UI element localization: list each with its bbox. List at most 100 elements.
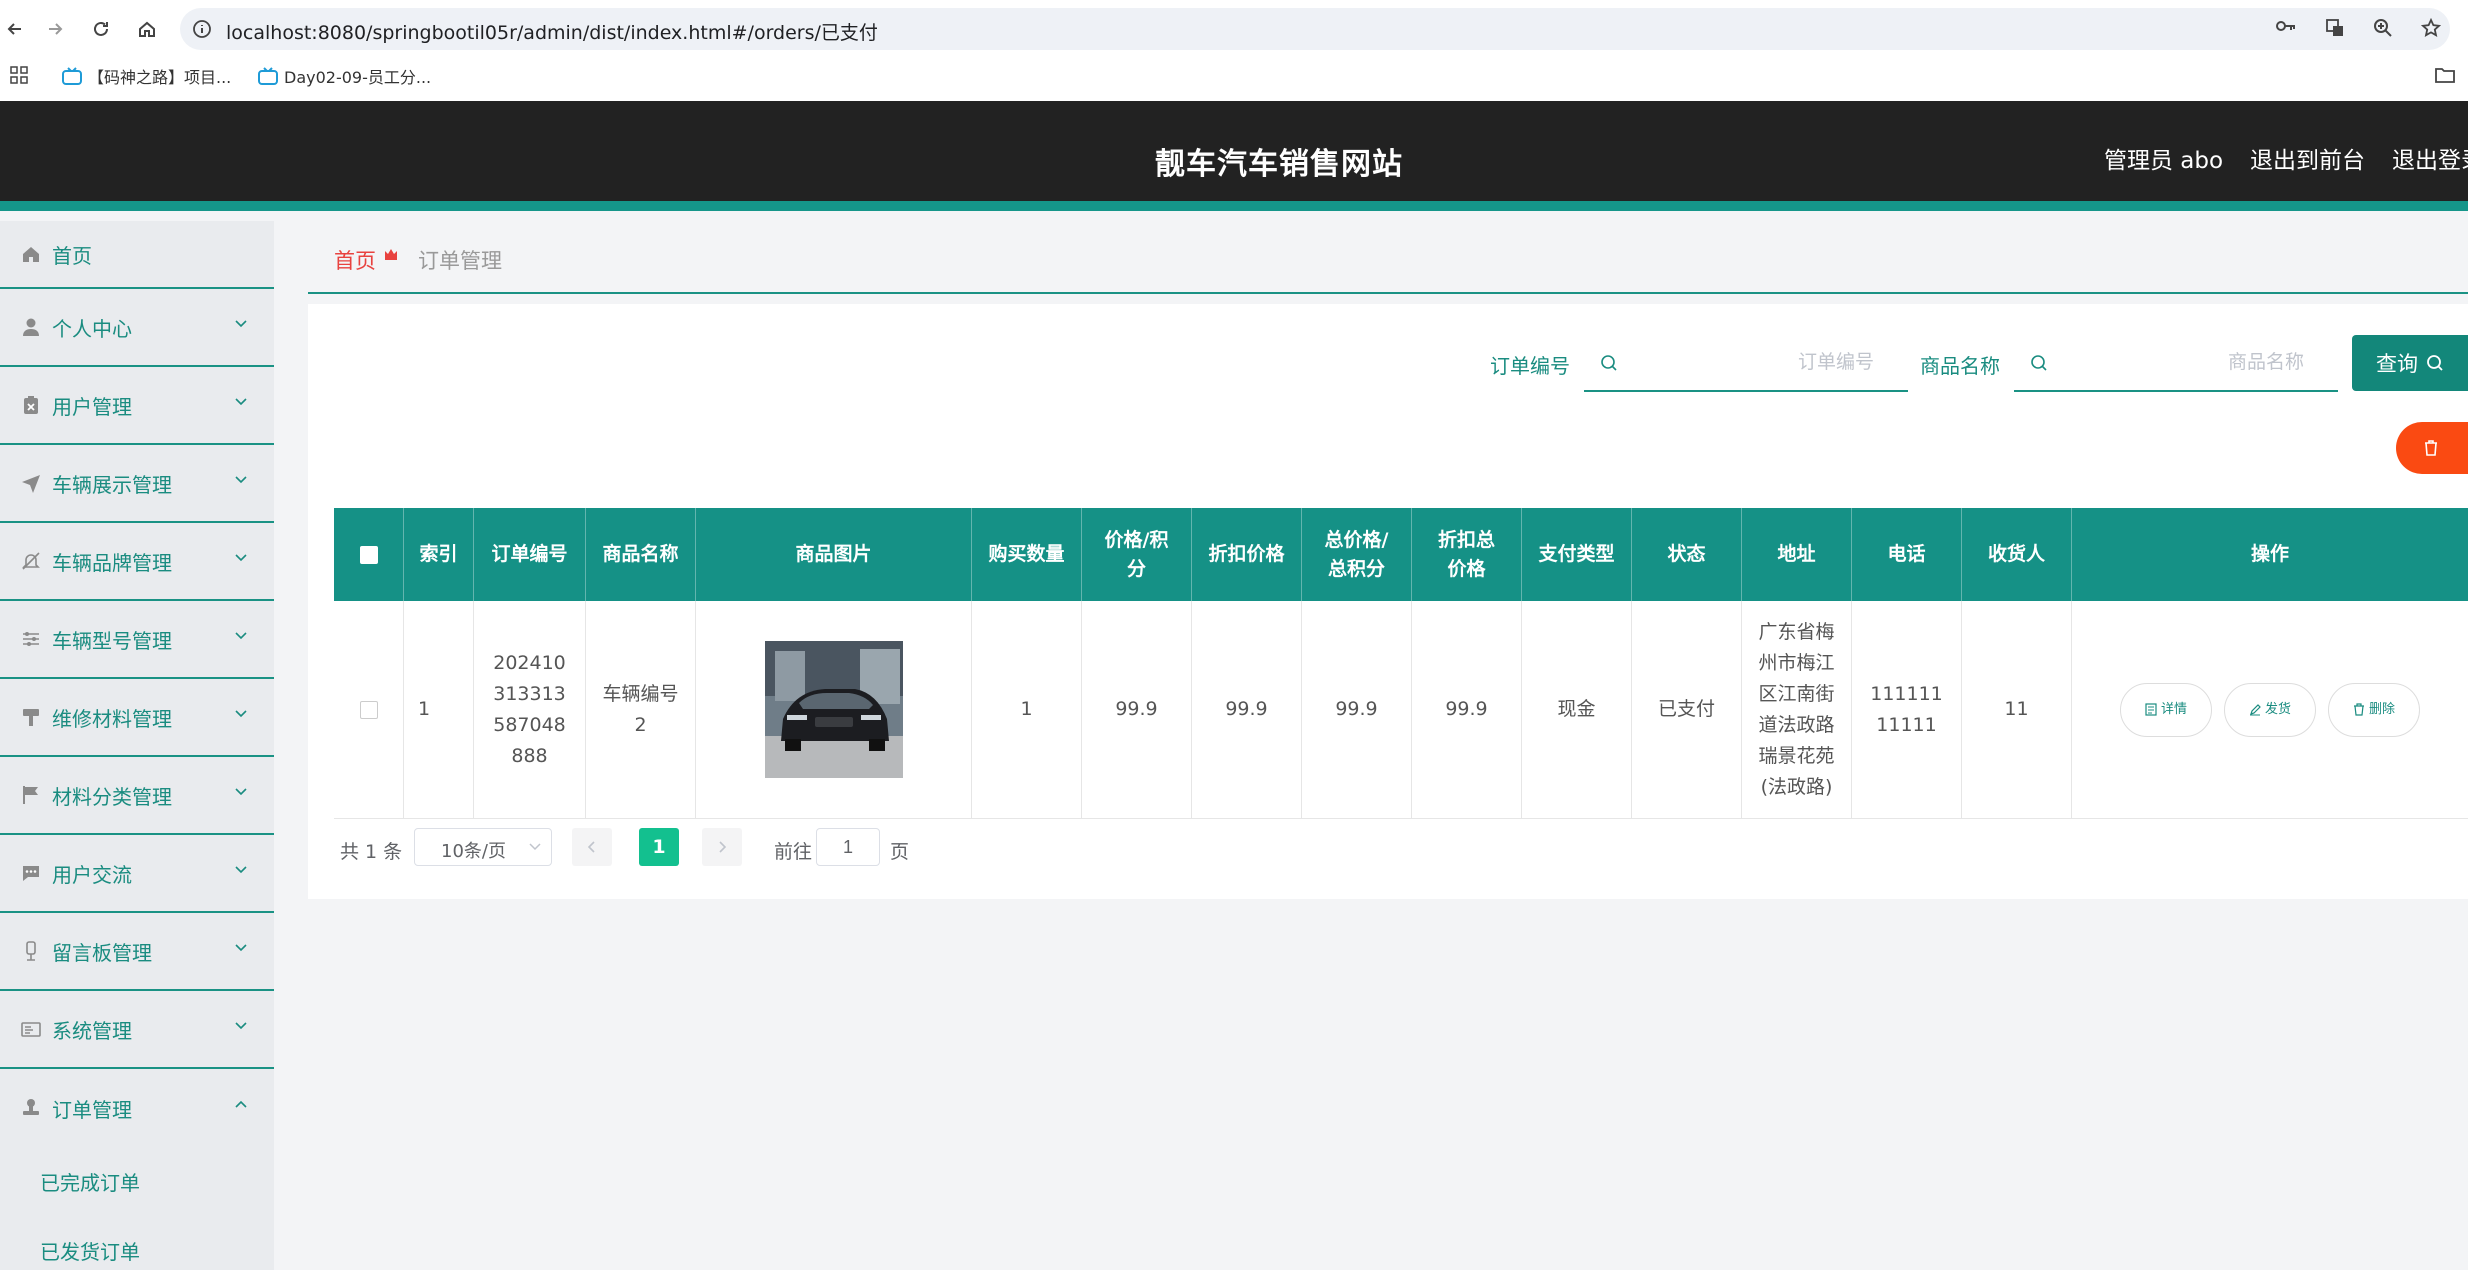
search-icon	[2031, 355, 2047, 371]
submenu-item-completed-orders[interactable]: 已完成订单	[0, 1147, 274, 1216]
col-header[interactable]: 购买数量	[972, 508, 1082, 601]
bookmark-label: Day02-09-员工分...	[284, 68, 432, 87]
col-header[interactable]: 折扣价格	[1192, 508, 1302, 601]
arrow-right-icon	[49, 23, 63, 35]
col-header[interactable]: 总价格/总积分	[1302, 508, 1412, 601]
arrow-left-icon	[7, 23, 21, 35]
cell-phone: 11111111111	[1852, 601, 1962, 818]
next-page-button[interactable]	[702, 828, 742, 866]
bookmark-item[interactable]: Day02-09-员工分...	[258, 64, 431, 88]
col-header[interactable]: 商品名称	[586, 508, 696, 601]
col-header[interactable]: 索引	[404, 508, 474, 601]
col-header[interactable]: 地址	[1742, 508, 1852, 601]
product-name-input[interactable]	[2064, 346, 2304, 380]
app-header: 靓车汽车销售网站 管理员 abo 退出到前台 退出登录	[0, 101, 2468, 211]
query-button[interactable]: 查询	[2352, 335, 2468, 391]
cell-actions: 详情 发货 删除	[2072, 601, 2468, 818]
col-header[interactable]: 收货人	[1962, 508, 2072, 601]
forward-button[interactable]	[40, 14, 70, 44]
sidebar-item-label: 用户管理	[52, 394, 132, 419]
row-select-cell	[334, 601, 404, 818]
sidebar-item-repair-materials[interactable]: 维修材料管理	[0, 679, 274, 757]
chevron-down-icon	[529, 843, 541, 851]
sidebar-item-order-management[interactable]: 订单管理	[0, 1069, 274, 1147]
ship-button[interactable]: 发货	[2224, 682, 2316, 737]
cell-total: 99.9	[1302, 601, 1412, 818]
col-header: 操作	[2250, 543, 2289, 565]
zoom-icon[interactable]	[2373, 18, 2393, 38]
detail-button[interactable]: 详情	[2120, 682, 2212, 737]
table-header: 索引 订单编号 商品名称 商品图片 购买数量 价格/积分 折扣价格 总价格/总积…	[334, 508, 2468, 601]
sidebar-item-material-category[interactable]: 材料分类管理	[0, 757, 274, 835]
order-no-input[interactable]	[1634, 346, 1874, 380]
row-checkbox[interactable]	[359, 700, 378, 719]
apps-grid-icon[interactable]	[10, 66, 28, 84]
sidebar-item-label: 系统管理	[52, 1018, 132, 1043]
sidebar-item-system-management[interactable]: 系统管理	[0, 991, 274, 1069]
folder-icon[interactable]	[2434, 66, 2456, 84]
col-header[interactable]: 商品图片	[696, 508, 972, 601]
address-bar[interactable]: localhost:8080/springbootil05r/admin/dis…	[180, 8, 2450, 50]
cell-index: 1	[404, 601, 474, 818]
prev-page-button[interactable]	[572, 828, 612, 866]
sidebar-item-message-board[interactable]: 留言板管理	[0, 913, 274, 991]
home-button[interactable]	[132, 14, 162, 44]
col-header[interactable]: 支付类型	[1522, 508, 1632, 601]
sidebar-item-vehicle-brand[interactable]: 车辆品牌管理	[0, 523, 274, 601]
exit-to-front-link[interactable]: 退出到前台	[2250, 141, 2365, 175]
id-card-icon	[20, 1018, 42, 1040]
col-header[interactable]: 状态	[1632, 508, 1742, 601]
sidebar-item-vehicle-model[interactable]: 车辆型号管理	[0, 601, 274, 679]
page-size-select[interactable]: 10条/页	[414, 828, 552, 866]
logout-link[interactable]: 退出登录	[2392, 141, 2468, 175]
bookmark-item[interactable]: 【码神之路】项目...	[62, 64, 231, 88]
cell-order-no: 202410313313587048888	[474, 601, 586, 818]
browser-home-icon	[139, 21, 155, 37]
detail-button-label: 详情	[2160, 702, 2187, 717]
pagination-total: 共 1 条	[340, 841, 403, 863]
car-photo	[764, 641, 903, 778]
sidebar: 首页 个人中心 用户管理 车辆展示管理 车辆品牌管理 车辆型号管理 维修材料管理…	[0, 221, 274, 1270]
site-info-icon[interactable]	[192, 19, 212, 43]
goto-page-input[interactable]	[816, 828, 880, 866]
batch-delete-button[interactable]	[2396, 422, 2468, 474]
back-button[interactable]	[0, 14, 30, 44]
translate-icon[interactable]	[2325, 18, 2345, 38]
sliders-icon	[20, 628, 42, 650]
bookmark-label: 【码神之路】项目...	[88, 68, 232, 87]
sidebar-item-user-management[interactable]: 用户管理	[0, 367, 274, 445]
col-header[interactable]: 订单编号	[474, 508, 586, 601]
sidebar-item-label: 订单管理	[52, 1097, 132, 1122]
select-all-cell	[334, 508, 404, 601]
col-header[interactable]: 价格/积分	[1082, 508, 1192, 601]
bell-off-icon	[20, 550, 42, 572]
cell-price: 99.9	[1082, 601, 1192, 818]
sidebar-item-vehicle-display[interactable]: 车辆展示管理	[0, 445, 274, 523]
reload-button[interactable]	[86, 14, 116, 44]
cell-quantity: 1	[972, 601, 1082, 818]
delete-button[interactable]: 删除	[2328, 682, 2420, 737]
product-image[interactable]	[764, 641, 903, 778]
breadcrumb-home[interactable]: 首页	[334, 245, 376, 275]
page-number-current[interactable]: 1	[639, 828, 679, 866]
sidebar-item-label: 材料分类管理	[52, 784, 172, 809]
sidebar-item-label: 用户交流	[52, 862, 132, 887]
col-header[interactable]: 折扣总价格	[1412, 508, 1522, 601]
cell-product-name: 车辆编号2	[586, 601, 696, 818]
breadcrumb: 首页 订单管理	[308, 221, 2468, 294]
chevron-down-icon	[235, 866, 247, 874]
sidebar-item-user-communication[interactable]: 用户交流	[0, 835, 274, 913]
key-icon[interactable]	[2275, 18, 2297, 34]
sidebar-item-personal-center[interactable]: 个人中心	[0, 289, 274, 367]
submenu-item-shipped-orders[interactable]: 已发货订单	[0, 1216, 274, 1270]
admin-user-label: 管理员 abo	[2104, 148, 2224, 174]
col-header[interactable]: 电话	[1852, 508, 1962, 601]
sidebar-item-home[interactable]: 首页	[0, 221, 274, 289]
bilibili-icon	[258, 67, 278, 85]
user-icon	[20, 316, 42, 338]
stamp-icon	[20, 1097, 42, 1119]
product-name-label: 商品名称	[1920, 354, 2000, 378]
clipboard-x-icon	[20, 394, 42, 416]
select-all-checkbox[interactable]	[359, 545, 378, 564]
star-icon[interactable]	[2421, 18, 2441, 38]
